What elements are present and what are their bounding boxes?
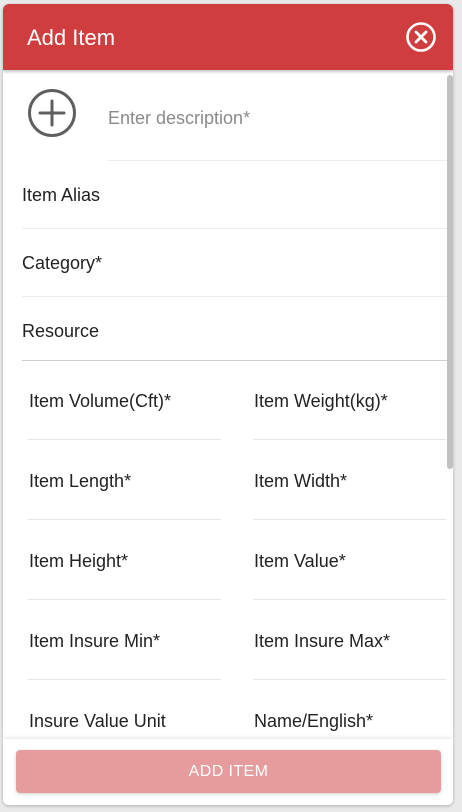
item-alias-label: Item Alias bbox=[22, 185, 101, 205]
category-label: Category* bbox=[22, 253, 103, 273]
item-volume-label: Item Volume(Cft)* bbox=[29, 391, 172, 411]
close-circle-icon bbox=[406, 22, 436, 52]
resource-label: Resource bbox=[22, 321, 100, 341]
item-alias-field[interactable]: Item Alias bbox=[22, 161, 452, 229]
item-height-field[interactable]: Item Height* bbox=[28, 526, 221, 600]
description-field[interactable]: Enter description* bbox=[108, 90, 448, 161]
name-english-label: Name/English* bbox=[254, 711, 374, 731]
scrollbar-thumb[interactable] bbox=[447, 75, 453, 469]
item-width-label: Item Width* bbox=[254, 471, 348, 491]
item-length-field[interactable]: Item Length* bbox=[28, 446, 221, 520]
category-field[interactable]: Category* bbox=[22, 229, 452, 297]
item-height-label: Item Height* bbox=[29, 551, 129, 571]
item-value-label: Item Value* bbox=[254, 551, 346, 571]
insure-value-unit-field[interactable]: Insure Value Unit bbox=[28, 686, 221, 739]
item-insure-max-label: Item Insure Max* bbox=[254, 631, 391, 651]
item-width-field[interactable]: Item Width* bbox=[253, 446, 446, 520]
dialog-header: Add Item bbox=[3, 4, 453, 70]
item-insure-min-label: Item Insure Min* bbox=[29, 631, 161, 651]
item-value-field[interactable]: Item Value* bbox=[253, 526, 446, 600]
item-weight-field[interactable]: Item Weight(kg)* bbox=[253, 366, 446, 440]
item-insure-max-field[interactable]: Item Insure Max* bbox=[253, 606, 446, 680]
resource-field[interactable]: Resource bbox=[22, 297, 452, 364]
dialog-footer: ADD ITEM bbox=[3, 739, 453, 805]
insure-value-unit-label: Insure Value Unit bbox=[29, 711, 166, 731]
name-english-field[interactable]: Name/English* bbox=[253, 686, 446, 739]
dialog-title: Add Item bbox=[27, 25, 116, 50]
item-insure-min-field[interactable]: Item Insure Min* bbox=[28, 606, 221, 680]
plus-circle-icon bbox=[28, 89, 76, 137]
item-weight-label: Item Weight(kg)* bbox=[254, 391, 388, 411]
add-description-button[interactable] bbox=[27, 88, 77, 138]
item-volume-field[interactable]: Item Volume(Cft)* bbox=[28, 366, 221, 440]
description-placeholder: Enter description* bbox=[108, 108, 251, 128]
add-item-dialog: Add Item Enter description* Item Alias C… bbox=[3, 4, 453, 805]
section-divider bbox=[22, 360, 453, 361]
add-item-button[interactable]: ADD ITEM bbox=[16, 750, 441, 793]
close-button[interactable] bbox=[405, 21, 437, 53]
item-length-label: Item Length* bbox=[29, 471, 132, 491]
dialog-body[interactable]: Enter description* Item Alias Category* … bbox=[3, 70, 453, 739]
